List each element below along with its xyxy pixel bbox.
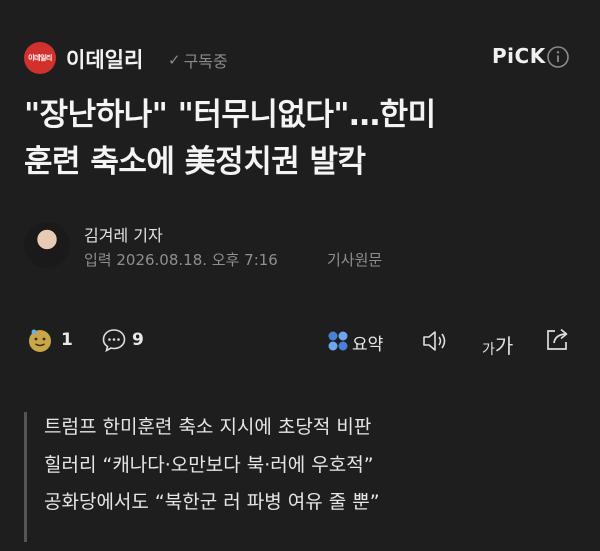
summary-line: 트럼프 한미훈련 축소 지시에 초당적 비판 [44, 416, 372, 438]
comment-count[interactable]: 9 [132, 330, 144, 350]
share-icon[interactable] [544, 325, 572, 353]
press-name[interactable]: 이데일리 [66, 44, 143, 74]
article-summary: 트럼프 한미훈련 축소 지시에 초당적 비판 힐러리 “캐나다·오만보다 북·러… [44, 409, 380, 522]
summary-line: 공화당에서도 “북한군 러 파병 여유 줄 뿐” [44, 491, 380, 513]
subscribe-button[interactable]: ✓ 구독중 [168, 48, 228, 72]
pick-badge[interactable]: PiCK [492, 44, 546, 68]
subscribe-label: 구독중 [183, 52, 228, 71]
summary-quote-bar [24, 412, 27, 542]
font-size-button[interactable]: 가 가 [482, 330, 513, 359]
font-size-large-label: 가 [494, 334, 514, 358]
speaker-icon[interactable] [421, 328, 449, 354]
headline-line-1: "장난하나" "터무니없다"…한미 [24, 97, 436, 133]
reaction-emoji-icon[interactable] [27, 327, 53, 353]
article-headline: "장난하나" "터무니없다"…한미 훈련 축소에 美정치권 발칵 [24, 92, 580, 186]
reaction-count: 1 [61, 330, 73, 350]
reporter-avatar[interactable] [24, 222, 70, 268]
original-article-link[interactable]: 기사원문 [327, 249, 382, 270]
publish-date: 입력 2026.08.18. 오후 7:16 [84, 251, 278, 269]
headline-line-2: 훈련 축소에 美정치권 발칵 [24, 144, 366, 180]
font-size-small-label: 가 [482, 342, 495, 358]
summary-line: 힐러리 “캐나다·오만보다 북·러에 우호적” [44, 453, 374, 476]
summary-button[interactable]: 요약 [352, 330, 383, 355]
comment-icon[interactable] [101, 327, 127, 353]
reporter-name[interactable]: 김겨레 기자 [84, 222, 163, 246]
press-logo[interactable]: 이데일리 [24, 42, 56, 74]
info-icon[interactable] [546, 45, 570, 69]
check-icon: ✓ [168, 51, 181, 69]
summary-icon[interactable] [327, 330, 349, 352]
